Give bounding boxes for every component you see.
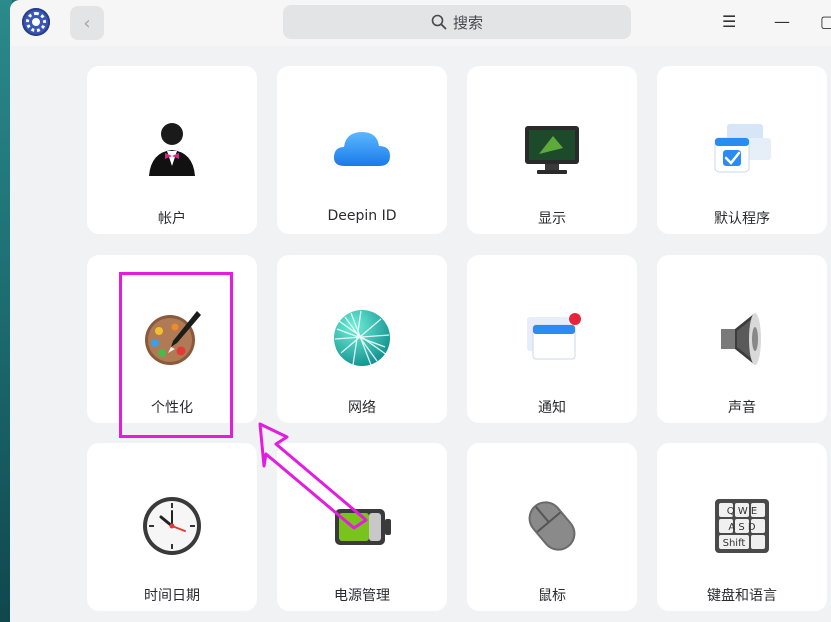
highlight-box (119, 272, 233, 438)
titlebar: ‹ 搜索 ☰ — ▢ (10, 0, 831, 46)
module-power[interactable]: 电源管理 (277, 443, 447, 611)
back-button[interactable]: ‹ (70, 6, 104, 40)
keyboard-icon: Q W E A S D Shift (715, 499, 769, 553)
module-mouse[interactable]: 鼠标 (467, 443, 637, 611)
module-label: 默认程序 (714, 211, 770, 227)
module-label: 时间日期 (144, 588, 200, 604)
keyboard-row3-text: Shift (723, 538, 746, 549)
keyboard-row1-text: Q W E (727, 506, 757, 517)
maximize-button[interactable]: ▢ (820, 12, 831, 32)
account-icon (149, 123, 195, 176)
app-logo-icon (22, 8, 50, 36)
module-keyboard-language[interactable]: Q W E A S D Shift 键盘和语言 (657, 443, 827, 611)
module-account[interactable]: 帐户 (87, 66, 257, 234)
search-icon (431, 14, 447, 30)
module-display[interactable]: 显示 (467, 66, 637, 234)
module-label: 显示 (538, 211, 566, 227)
chevron-left-icon: ‹ (83, 12, 91, 34)
battery-icon (335, 509, 391, 545)
module-label: 帐户 (158, 211, 186, 227)
network-globe-icon (334, 310, 390, 366)
control-center-window: ‹ 搜索 ☰ — ▢ 帐户 Deepin ID 显示 默认程序 个性化 网络 通… (10, 0, 831, 622)
default-apps-icon (714, 124, 771, 173)
clock-icon (143, 497, 201, 555)
search-placeholder: 搜索 (452, 13, 483, 32)
module-network[interactable]: 网络 (277, 255, 447, 423)
module-label: 鼠标 (538, 588, 566, 604)
search-input[interactable]: 搜索 (283, 5, 631, 39)
keyboard-row2-text: A S D (728, 522, 756, 533)
menu-button[interactable]: ☰ (722, 12, 736, 32)
module-label: 网络 (348, 400, 376, 416)
module-label: Deepin ID (327, 208, 397, 224)
monitor-icon (525, 126, 579, 174)
module-deepin-id[interactable]: Deepin ID (277, 66, 447, 234)
speaker-icon (721, 313, 761, 365)
module-default-apps[interactable]: 默认程序 (657, 66, 827, 234)
cloud-icon (333, 132, 390, 166)
module-datetime[interactable]: 时间日期 (87, 443, 257, 611)
module-label: 声音 (728, 400, 756, 416)
module-sound[interactable]: 声音 (657, 255, 827, 423)
minimize-button[interactable]: — (774, 12, 790, 32)
notification-icon (527, 313, 581, 360)
module-notifications[interactable]: 通知 (467, 255, 637, 423)
module-label: 键盘和语言 (707, 588, 777, 604)
mouse-icon (528, 501, 576, 551)
module-label: 电源管理 (334, 588, 390, 604)
module-label: 通知 (538, 400, 566, 416)
